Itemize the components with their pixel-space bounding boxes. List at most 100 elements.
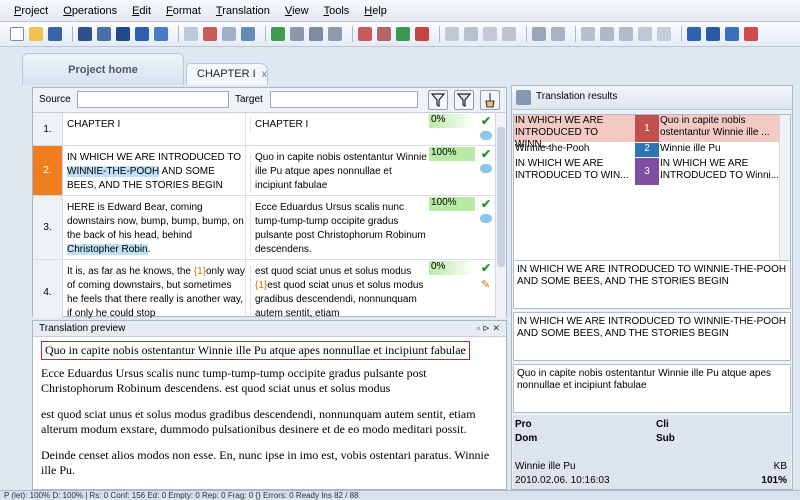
segment-rows: 1. CHAPTER I CHAPTER I 0% ✔ 2. IN WHICH …	[33, 113, 495, 318]
table-row[interactable]: 3. HERE is Edward Bear, coming downstair…	[33, 196, 495, 260]
concordance-icon[interactable]	[377, 27, 391, 41]
toolbar-separator	[72, 26, 73, 42]
document-tabs: Project home CHAPTER I x	[0, 47, 510, 85]
spell-check-icon[interactable]	[744, 27, 758, 41]
result-number: 2	[635, 143, 659, 157]
delete-icon[interactable]	[415, 27, 429, 41]
segment-dropdown-icon[interactable]	[687, 27, 701, 41]
current-segment-preview[interactable]: Quo in capite nobis ostentantur Winnie i…	[41, 341, 470, 360]
comment-icon[interactable]	[480, 131, 492, 140]
export-icon[interactable]	[241, 27, 255, 41]
compare-target-box: Quo in capite nobis ostentantur Winnie i…	[513, 364, 791, 413]
open-folder-icon[interactable]	[29, 27, 43, 41]
add-icon[interactable]	[396, 27, 410, 41]
match-user: Winnie ille Pu	[515, 461, 576, 472]
pages-icon[interactable]	[203, 27, 217, 41]
music-note-icon[interactable]	[135, 27, 149, 41]
replace-icon[interactable]	[328, 27, 342, 41]
advanced-filter-icon[interactable]	[454, 90, 474, 110]
grid-scrollbar[interactable]	[495, 113, 506, 318]
source-text: It is, as far as he knows, the	[67, 266, 194, 277]
target-cell[interactable]: Quo in capite nobis ostentantur Winnie i…	[250, 151, 430, 193]
clear-filter-icon[interactable]	[480, 90, 500, 110]
source-cell: HERE is Edward Bear, coming downstairs n…	[67, 201, 245, 257]
document-icon[interactable]	[222, 27, 236, 41]
new-document-icon[interactable]	[10, 27, 24, 41]
table-row[interactable]: 1. CHAPTER I CHAPTER I 0% ✔	[33, 113, 495, 146]
settings-icon[interactable]	[619, 27, 633, 41]
menu-view[interactable]: View	[285, 5, 309, 17]
search-icon[interactable]	[309, 27, 323, 41]
compare-source-box: IN WHICH WE ARE INTRODUCED TO WINNIE-THE…	[513, 260, 791, 309]
format-icon[interactable]	[502, 27, 516, 41]
menu-format[interactable]: Format	[166, 5, 201, 17]
target-cell[interactable]: est quod sciat unus et solus modus {1}es…	[250, 265, 430, 318]
source-filter-label: Source	[39, 94, 71, 105]
brackets-icon[interactable]	[600, 27, 614, 41]
paste-icon[interactable]	[464, 27, 478, 41]
menu-translation[interactable]: Translation	[216, 5, 270, 17]
match-percent: 0%	[429, 114, 475, 128]
copy-icon[interactable]	[184, 27, 198, 41]
table-icon[interactable]	[78, 27, 92, 41]
sort-icon[interactable]	[97, 27, 111, 41]
view-mode-icon[interactable]	[725, 27, 739, 41]
tab-project-home[interactable]: Project home	[22, 53, 184, 85]
result-target: Winnie ille Pu	[660, 143, 721, 154]
list-item[interactable]: Winnie-the-Pooh 2 Winnie ille Pu	[514, 143, 780, 157]
edit-icon[interactable]	[358, 27, 372, 41]
tags-icon[interactable]	[581, 27, 595, 41]
result-number: 3	[635, 158, 659, 185]
confirmed-check-icon: ✔	[481, 114, 492, 128]
cut-icon[interactable]	[445, 27, 459, 41]
column-divider	[245, 146, 246, 195]
symbol-dropdown-icon[interactable]	[706, 27, 720, 41]
comment-icon[interactable]	[480, 214, 492, 223]
clipboard-icon[interactable]	[483, 27, 497, 41]
target-cell[interactable]: CHAPTER I	[250, 118, 430, 132]
confirmed-check-icon: ✔	[481, 197, 492, 211]
panel-controls[interactable]: ▫ ⊳ ✕	[477, 323, 500, 334]
list-item[interactable]: IN WHICH WE ARE INTRODUCED TO WINN... 1 …	[514, 115, 780, 150]
match-percent: 100%	[429, 197, 475, 211]
chart-icon[interactable]	[154, 27, 168, 41]
menu-tools[interactable]: Tools	[324, 5, 350, 17]
preview-title: Translation preview	[39, 323, 126, 334]
results-header: Translation results	[512, 86, 792, 110]
source-cell: IN WHICH WE ARE INTRODUCED TO WINNIE-THE…	[67, 151, 245, 193]
print-icon[interactable]	[271, 27, 285, 41]
tab-chapter-i[interactable]: CHAPTER I x	[186, 63, 268, 85]
source-filter-input[interactable]	[77, 91, 229, 108]
filter-icon[interactable]	[428, 90, 448, 110]
menu-project[interactable]: Project	[14, 5, 48, 17]
toolbar-separator	[681, 26, 682, 42]
source-text: .	[147, 244, 151, 255]
list-item[interactable]: IN WHICH WE ARE INTRODUCED TO WIN... 3 I…	[514, 158, 780, 185]
toolbar-separator	[575, 26, 576, 42]
refresh-icon[interactable]	[290, 27, 304, 41]
lock-icon[interactable]	[638, 27, 652, 41]
source-cell: It is, as far as he knows, the {1}only w…	[67, 265, 245, 318]
comment-icon[interactable]	[480, 164, 492, 173]
target-text: est quod sciat unus et solus modus	[255, 266, 412, 277]
client-label: Cli	[656, 419, 669, 430]
network-icon[interactable]	[116, 27, 130, 41]
target-filter-input[interactable]	[270, 91, 418, 108]
redo-icon[interactable]	[551, 27, 565, 41]
results-scrollbar[interactable]	[779, 115, 790, 266]
edited-pencil-icon: ✎	[481, 279, 491, 291]
close-tab-icon[interactable]: x	[262, 69, 267, 80]
inline-tag: {1}	[193, 266, 206, 277]
menu-operations[interactable]: Operations	[63, 5, 117, 17]
scrollbar-thumb[interactable]	[497, 127, 505, 267]
highlighted-term: WINNIE-THE-POOH	[67, 166, 160, 177]
table-row[interactable]: 2. IN WHICH WE ARE INTRODUCED TO WINNIE-…	[33, 146, 495, 196]
check-icon[interactable]	[657, 27, 671, 41]
save-icon[interactable]	[48, 27, 62, 41]
segment-number: 3.	[33, 196, 63, 259]
table-row[interactable]: 4. It is, as far as he knows, the {1}onl…	[33, 260, 495, 318]
menu-help[interactable]: Help	[364, 5, 387, 17]
target-cell[interactable]: Ecce Eduardus Ursus scalis nunc tump-tum…	[250, 201, 430, 257]
undo-icon[interactable]	[532, 27, 546, 41]
menu-edit[interactable]: Edit	[132, 5, 151, 17]
